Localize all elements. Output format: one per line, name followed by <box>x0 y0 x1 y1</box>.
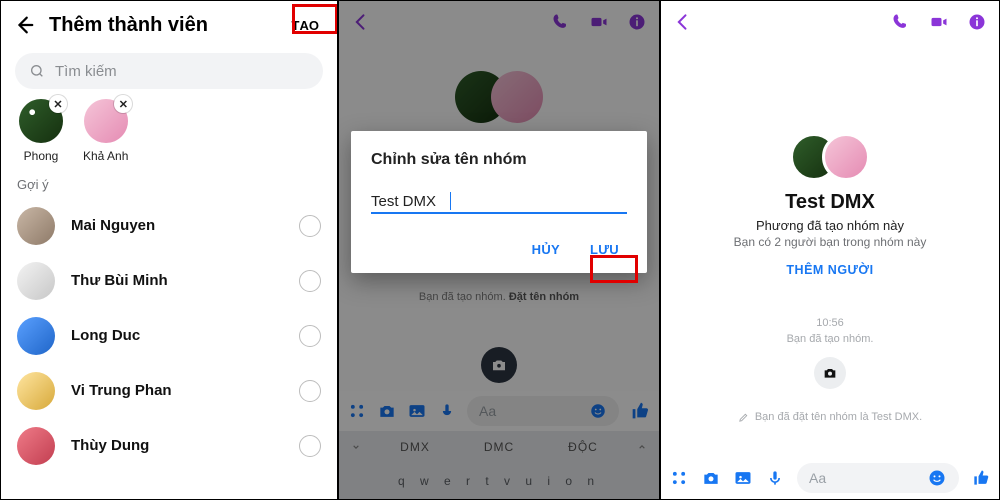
created-text: Bạn đã tạo nhóm. <box>787 333 874 345</box>
back-icon[interactable] <box>13 14 35 36</box>
suggestion-row[interactable]: Mai Nguyen <box>1 198 337 253</box>
group-hero: Test DMX Phương đã tạo nhóm này Bạn có 2… <box>661 133 999 423</box>
apps-icon[interactable] <box>669 468 689 488</box>
selected-chip[interactable]: ✕ Khả Anh <box>83 99 128 163</box>
call-icon[interactable] <box>891 12 911 32</box>
selected-members: ✕ Phong ✕ Khả Anh <box>1 99 337 171</box>
suggestion-row[interactable]: Vi Trung Phan <box>1 363 337 418</box>
pane-add-members: Thêm thành viên TẠO Tìm kiếm ✕ Phong ✕ K… <box>0 0 338 500</box>
friend-count-text: Bạn có 2 người bạn trong nhóm này <box>734 235 927 249</box>
renamed-label: Bạn đã đặt tên nhóm là Test DMX. <box>755 411 922 423</box>
remove-chip-icon[interactable]: ✕ <box>114 95 132 113</box>
pencil-icon <box>738 412 749 423</box>
emoji-icon[interactable] <box>927 468 947 488</box>
page-title: Thêm thành viên <box>49 14 286 37</box>
search-placeholder: Tìm kiếm <box>55 63 117 80</box>
suggestion-row[interactable]: Thư Bùi Minh <box>1 253 337 308</box>
camera-icon[interactable] <box>701 468 721 488</box>
video-icon[interactable] <box>929 12 949 32</box>
timestamp: 10:56 <box>816 317 844 329</box>
avatar <box>17 372 55 410</box>
search-input[interactable]: Tìm kiếm <box>15 53 323 89</box>
radio-unselected[interactable] <box>299 325 321 347</box>
suggestion-row[interactable]: Thùy Dung <box>1 418 337 473</box>
create-button[interactable]: TẠO <box>286 14 325 37</box>
suggestion-name: Thư Bùi Minh <box>71 272 299 289</box>
header: Thêm thành viên TẠO <box>1 1 337 49</box>
suggestion-name: Long Duc <box>71 327 299 344</box>
avatar <box>17 317 55 355</box>
radio-unselected[interactable] <box>299 435 321 457</box>
suggestion-row[interactable]: Long Duc <box>1 308 337 363</box>
pane-group-created: Test DMX Phương đã tạo nhóm này Bạn có 2… <box>660 0 1000 500</box>
composer-input[interactable]: Aa <box>797 463 959 493</box>
group-name: Test DMX <box>785 191 875 214</box>
back-icon[interactable] <box>673 12 693 32</box>
avatar <box>17 427 55 465</box>
avatar <box>822 133 870 181</box>
group-name-input[interactable] <box>371 191 627 214</box>
avatar <box>17 262 55 300</box>
image-icon[interactable] <box>733 468 753 488</box>
thumb-icon[interactable] <box>971 468 991 488</box>
chip-label: Phong <box>24 149 59 163</box>
dialog-title: Chỉnh sửa tên nhóm <box>371 151 627 169</box>
text-caret <box>450 192 451 210</box>
pane-edit-group-name: Bạn đã tạo nhóm. Đặt tên nhóm Aa DM <box>338 0 660 500</box>
selected-chip[interactable]: ✕ Phong <box>19 99 63 163</box>
group-avatars <box>798 133 862 181</box>
suggestion-name: Thùy Dung <box>71 437 299 454</box>
section-label: Gợi ý <box>1 171 337 198</box>
composer-placeholder: Aa <box>809 470 826 486</box>
mic-icon[interactable] <box>765 468 785 488</box>
search-icon <box>29 63 55 79</box>
created-by-text: Phương đã tạo nhóm này <box>756 218 904 233</box>
info-icon[interactable] <box>967 12 987 32</box>
composer: Aa <box>661 457 999 499</box>
remove-chip-icon[interactable]: ✕ <box>49 95 67 113</box>
add-people-button[interactable]: THÊM NGƯỜI <box>786 263 873 277</box>
camera-button[interactable] <box>814 357 846 389</box>
rename-dialog: Chỉnh sửa tên nhóm HỦY LƯU <box>351 131 647 273</box>
radio-unselected[interactable] <box>299 270 321 292</box>
suggestion-name: Vi Trung Phan <box>71 382 299 399</box>
suggestion-name: Mai Nguyen <box>71 217 299 234</box>
radio-unselected[interactable] <box>299 380 321 402</box>
chat-header <box>661 1 999 43</box>
cancel-button[interactable]: HỦY <box>524 236 568 263</box>
avatar <box>17 207 55 245</box>
chip-label: Khả Anh <box>83 149 128 163</box>
save-button[interactable]: LƯU <box>582 236 627 263</box>
radio-unselected[interactable] <box>299 215 321 237</box>
renamed-text: Bạn đã đặt tên nhóm là Test DMX. <box>738 411 922 423</box>
